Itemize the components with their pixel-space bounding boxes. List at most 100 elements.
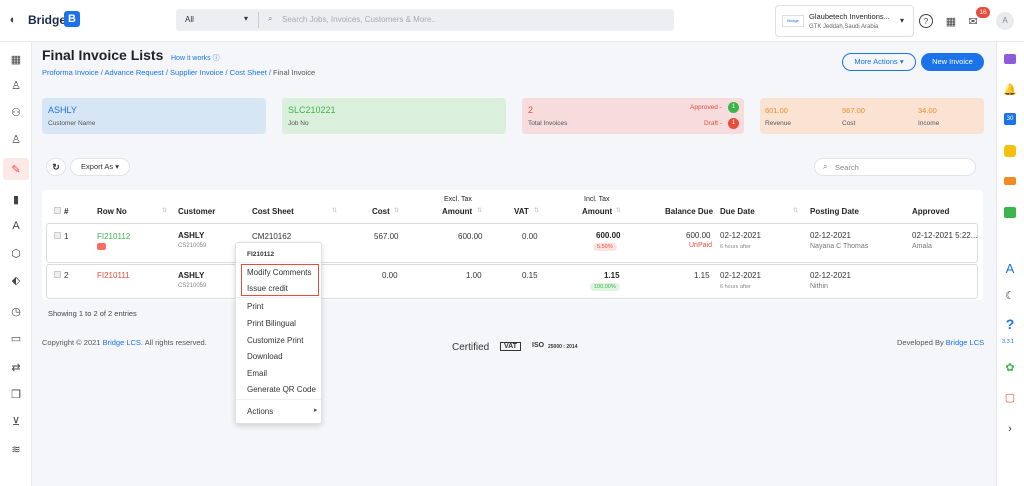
users-icon[interactable]: ⚇ — [9, 105, 23, 119]
header-vat[interactable]: VAT — [514, 207, 529, 216]
caret-down-icon[interactable]: ▾ — [244, 14, 248, 23]
avatar[interactable]: A — [996, 12, 1014, 30]
row-checkbox[interactable] — [54, 271, 61, 278]
export-label: Export As — [81, 162, 114, 171]
user-icon[interactable]: ♙ — [9, 78, 23, 92]
settings-icon[interactable]: ✿ — [1003, 360, 1017, 374]
calendar-icon[interactable]: 30 — [1004, 113, 1016, 125]
new-invoice-button[interactable]: New Invoice — [921, 53, 984, 71]
sort-icon[interactable]: ⇅ — [793, 207, 798, 214]
menu-print[interactable]: Print — [247, 302, 263, 311]
header-cost-sheet[interactable]: Cost Sheet — [252, 207, 294, 216]
help-icon[interactable]: ? — [919, 14, 933, 28]
balance-due: 600.00 — [686, 231, 711, 240]
clock-icon[interactable]: ◷ — [9, 304, 23, 318]
menu-download[interactable]: Download — [247, 352, 283, 361]
breadcrumb-supplier[interactable]: Supplier Invoice — [170, 68, 223, 77]
header-cost[interactable]: Cost — [372, 207, 390, 216]
dark-mode-icon[interactable]: ☾ — [1003, 288, 1017, 302]
table-row[interactable] — [46, 264, 978, 299]
header-incl2[interactable]: Amount — [582, 207, 612, 216]
row-num: 2 — [64, 271, 69, 280]
menu-email[interactable]: Email — [247, 369, 267, 378]
how-it-works-link[interactable]: How it works ⓘ — [171, 53, 220, 63]
export-button[interactable]: Export As ▾ — [70, 158, 130, 176]
bridge-link[interactable]: Bridge LCS. — [103, 338, 143, 347]
header-posting[interactable]: Posting Date — [810, 207, 859, 216]
vat-badge: VAT — [500, 342, 521, 351]
tag-icon[interactable]: ⬖ — [9, 273, 23, 287]
chevron-down-icon: ▾ — [900, 16, 905, 25]
row-no-link[interactable]: FI210111 — [97, 271, 130, 280]
header-row-no[interactable]: Row No — [97, 207, 127, 216]
company-name: Glaubetech Inventions... — [809, 12, 890, 21]
video-icon[interactable] — [97, 243, 106, 250]
sort-icon[interactable]: ⇅ — [332, 207, 337, 214]
refresh-button[interactable]: ↻ — [46, 158, 66, 176]
menu-customize-print[interactable]: Customize Print — [247, 336, 303, 345]
chevron-right-icon[interactable]: › — [1003, 422, 1017, 436]
apps-grid-icon[interactable]: ▦ — [944, 14, 958, 28]
income-value: 34.00 — [918, 106, 937, 115]
sticky-note-icon[interactable] — [1004, 145, 1016, 157]
header-due[interactable]: Due Date — [720, 207, 755, 216]
sort-icon[interactable]: ⇅ — [394, 207, 399, 214]
breadcrumb-cost-sheet[interactable]: Cost Sheet — [230, 68, 267, 77]
header-excl2[interactable]: Amount — [442, 207, 472, 216]
header-balance[interactable]: Balance Due — [665, 207, 713, 216]
bar-chart-icon[interactable]: ▮ — [9, 192, 23, 206]
more-actions-button[interactable]: More Actions ▾ — [842, 53, 916, 71]
bell-icon[interactable]: 🔔 — [1003, 82, 1017, 96]
cube-icon[interactable]: ❒ — [9, 387, 23, 401]
posted-by: Nayana C Thomas — [810, 243, 869, 250]
menu-generate-qr[interactable]: Generate QR Code — [247, 385, 316, 394]
finance-card: 601.00 Revenue 567.00 Cost 34.00 Income — [760, 98, 984, 134]
search-input[interactable]: Search Jobs, Invoices, Customers & More.… — [282, 15, 436, 24]
text-icon[interactable]: A — [9, 219, 23, 233]
sort-icon[interactable]: ⇅ — [616, 207, 621, 214]
sort-icon[interactable]: ⇅ — [534, 207, 539, 214]
breadcrumb-advance[interactable]: Advance Request — [105, 68, 164, 77]
question-icon[interactable]: ? — [1003, 316, 1017, 332]
row-checkbox[interactable] — [54, 232, 61, 239]
customer-value: ASHLY — [48, 105, 77, 115]
header-customer[interactable]: Customer — [178, 207, 215, 216]
row-no-link[interactable]: FI210112 — [97, 232, 130, 241]
row-context-menu: FI210112 Modify Comments Issue credit Pr… — [235, 242, 322, 424]
transfer-icon[interactable]: ⇄ — [9, 360, 23, 374]
toggle-sidebar-icon[interactable]: ◐ — [6, 13, 20, 27]
developer-link[interactable]: Bridge LCS — [946, 338, 984, 347]
header-approved[interactable]: Approved — [912, 207, 949, 216]
menu-issue-credit[interactable]: Issue credit — [247, 284, 288, 293]
folder-icon[interactable] — [1004, 177, 1016, 185]
cost: 567.00 — [374, 232, 399, 241]
book-icon[interactable] — [1004, 207, 1016, 218]
invoice-edit-icon[interactable]: ✎ — [3, 158, 29, 180]
search-category[interactable]: All — [185, 15, 194, 24]
sort-icon[interactable]: ⇅ — [162, 207, 167, 214]
menu-print-bilingual[interactable]: Print Bilingual — [247, 319, 296, 328]
cost-sheet[interactable]: CM210162 — [252, 232, 291, 241]
notification-badge: 16 — [976, 7, 990, 18]
menu-modify-comments[interactable]: Modify Comments — [247, 268, 311, 277]
left-sidebar: ▦ ♙ ⚇ ♙ ✎ ▮ A ⬡ ⬖ ◷ ▭ ⇄ ❒ ⊻ ≋ — [0, 42, 32, 486]
cart-icon[interactable]: ⊻ — [9, 414, 23, 428]
company-selector[interactable]: Bridge Glaubetech Inventions... GTK Jedd… — [775, 5, 914, 37]
feedback-icon[interactable]: ▢ — [1003, 390, 1017, 404]
top-bar: ◐ Bridge B All ▾ ⌕ Search Jobs, Invoices… — [0, 0, 1024, 42]
chat-icon[interactable] — [1004, 54, 1016, 64]
layers-icon[interactable]: ≋ — [9, 442, 23, 456]
sort-icon[interactable]: ⇅ — [477, 207, 482, 214]
table-search-input[interactable]: Search — [835, 163, 859, 172]
font-size-icon[interactable]: A — [1002, 260, 1018, 276]
menu-actions[interactable]: Actions — [247, 407, 273, 416]
dashboard-icon[interactable]: ▦ — [9, 52, 23, 66]
table-search-box[interactable]: ⌕ Search — [814, 158, 976, 176]
search-icon: ⌕ — [823, 162, 828, 171]
job-value: SLC210221 — [288, 105, 336, 115]
box-icon[interactable]: ⬡ — [9, 246, 23, 260]
select-all-checkbox[interactable] — [54, 207, 61, 214]
add-user-icon[interactable]: ♙ — [9, 132, 23, 146]
breadcrumb-proforma[interactable]: Proforma Invoice — [42, 68, 99, 77]
card-icon[interactable]: ▭ — [9, 331, 23, 345]
